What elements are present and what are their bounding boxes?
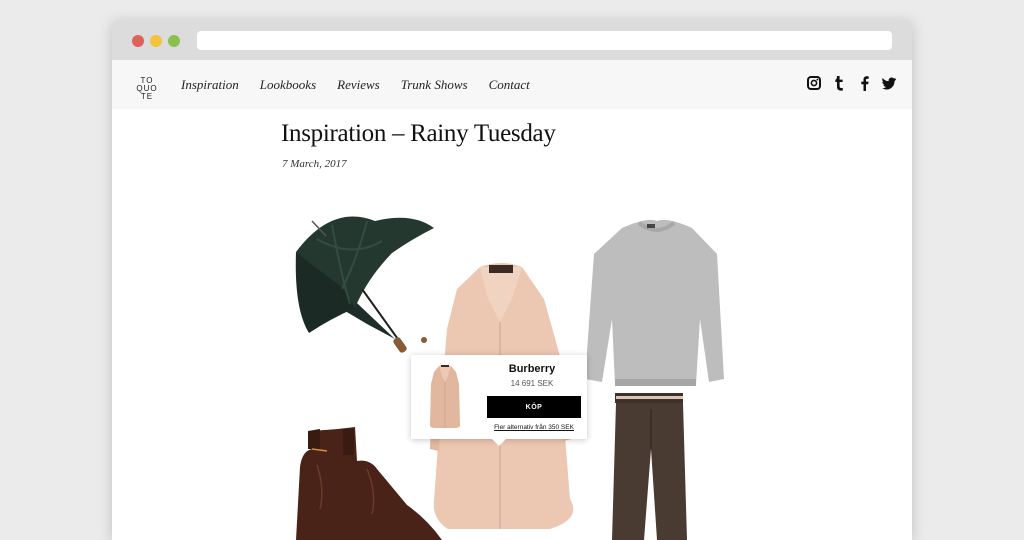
more-alternatives-link[interactable]: Fler alternativ från 350 SEK: [487, 424, 581, 431]
post-title: Inspiration – Rainy Tuesday: [281, 120, 556, 147]
social-links: [807, 75, 896, 91]
maximize-window-button[interactable]: [168, 35, 180, 47]
instagram-icon[interactable]: [807, 76, 821, 90]
chelsea-boots-image[interactable]: [296, 427, 442, 540]
facebook-icon[interactable]: [857, 75, 871, 91]
close-window-button[interactable]: [132, 35, 144, 47]
main-nav: Inspiration Lookbooks Reviews Trunk Show…: [181, 77, 551, 93]
browser-titlebar: [112, 20, 912, 60]
product-price: 14 691 SEK: [510, 379, 554, 388]
brown-trousers-image[interactable]: [612, 393, 687, 540]
logo-line: TE: [140, 92, 154, 101]
browser-window: TO QUO TE Inspiration Lookbooks Reviews …: [112, 20, 912, 540]
product-brand: Burberry: [508, 363, 556, 375]
nav-item-contact[interactable]: Contact: [489, 77, 530, 93]
post-content: Inspiration – Rainy Tuesday 7 March, 201…: [112, 109, 912, 540]
site-logo[interactable]: TO QUO TE: [136, 77, 158, 101]
coat-thumbnail: [429, 365, 461, 428]
twitter-icon[interactable]: [882, 76, 896, 90]
umbrella-image[interactable]: [295, 216, 434, 354]
popup-pointer: [492, 439, 506, 446]
product-popup: Burberry 14 691 SEK KÖP Fler alternativ …: [411, 355, 587, 446]
nav-item-inspiration[interactable]: Inspiration: [181, 77, 239, 93]
nav-item-reviews[interactable]: Reviews: [337, 77, 380, 93]
nav-item-trunk-shows[interactable]: Trunk Shows: [401, 77, 468, 93]
minimize-window-button[interactable]: [150, 35, 162, 47]
tumblr-icon[interactable]: [832, 75, 846, 91]
grey-sweater-image[interactable]: [585, 219, 724, 386]
address-bar[interactable]: [197, 31, 892, 50]
site-header: TO QUO TE Inspiration Lookbooks Reviews …: [112, 60, 912, 110]
post-date: 7 March, 2017: [282, 158, 347, 170]
product-collage: [295, 216, 724, 540]
nav-item-lookbooks[interactable]: Lookbooks: [260, 77, 316, 93]
buy-button[interactable]: KÖP: [487, 396, 581, 418]
